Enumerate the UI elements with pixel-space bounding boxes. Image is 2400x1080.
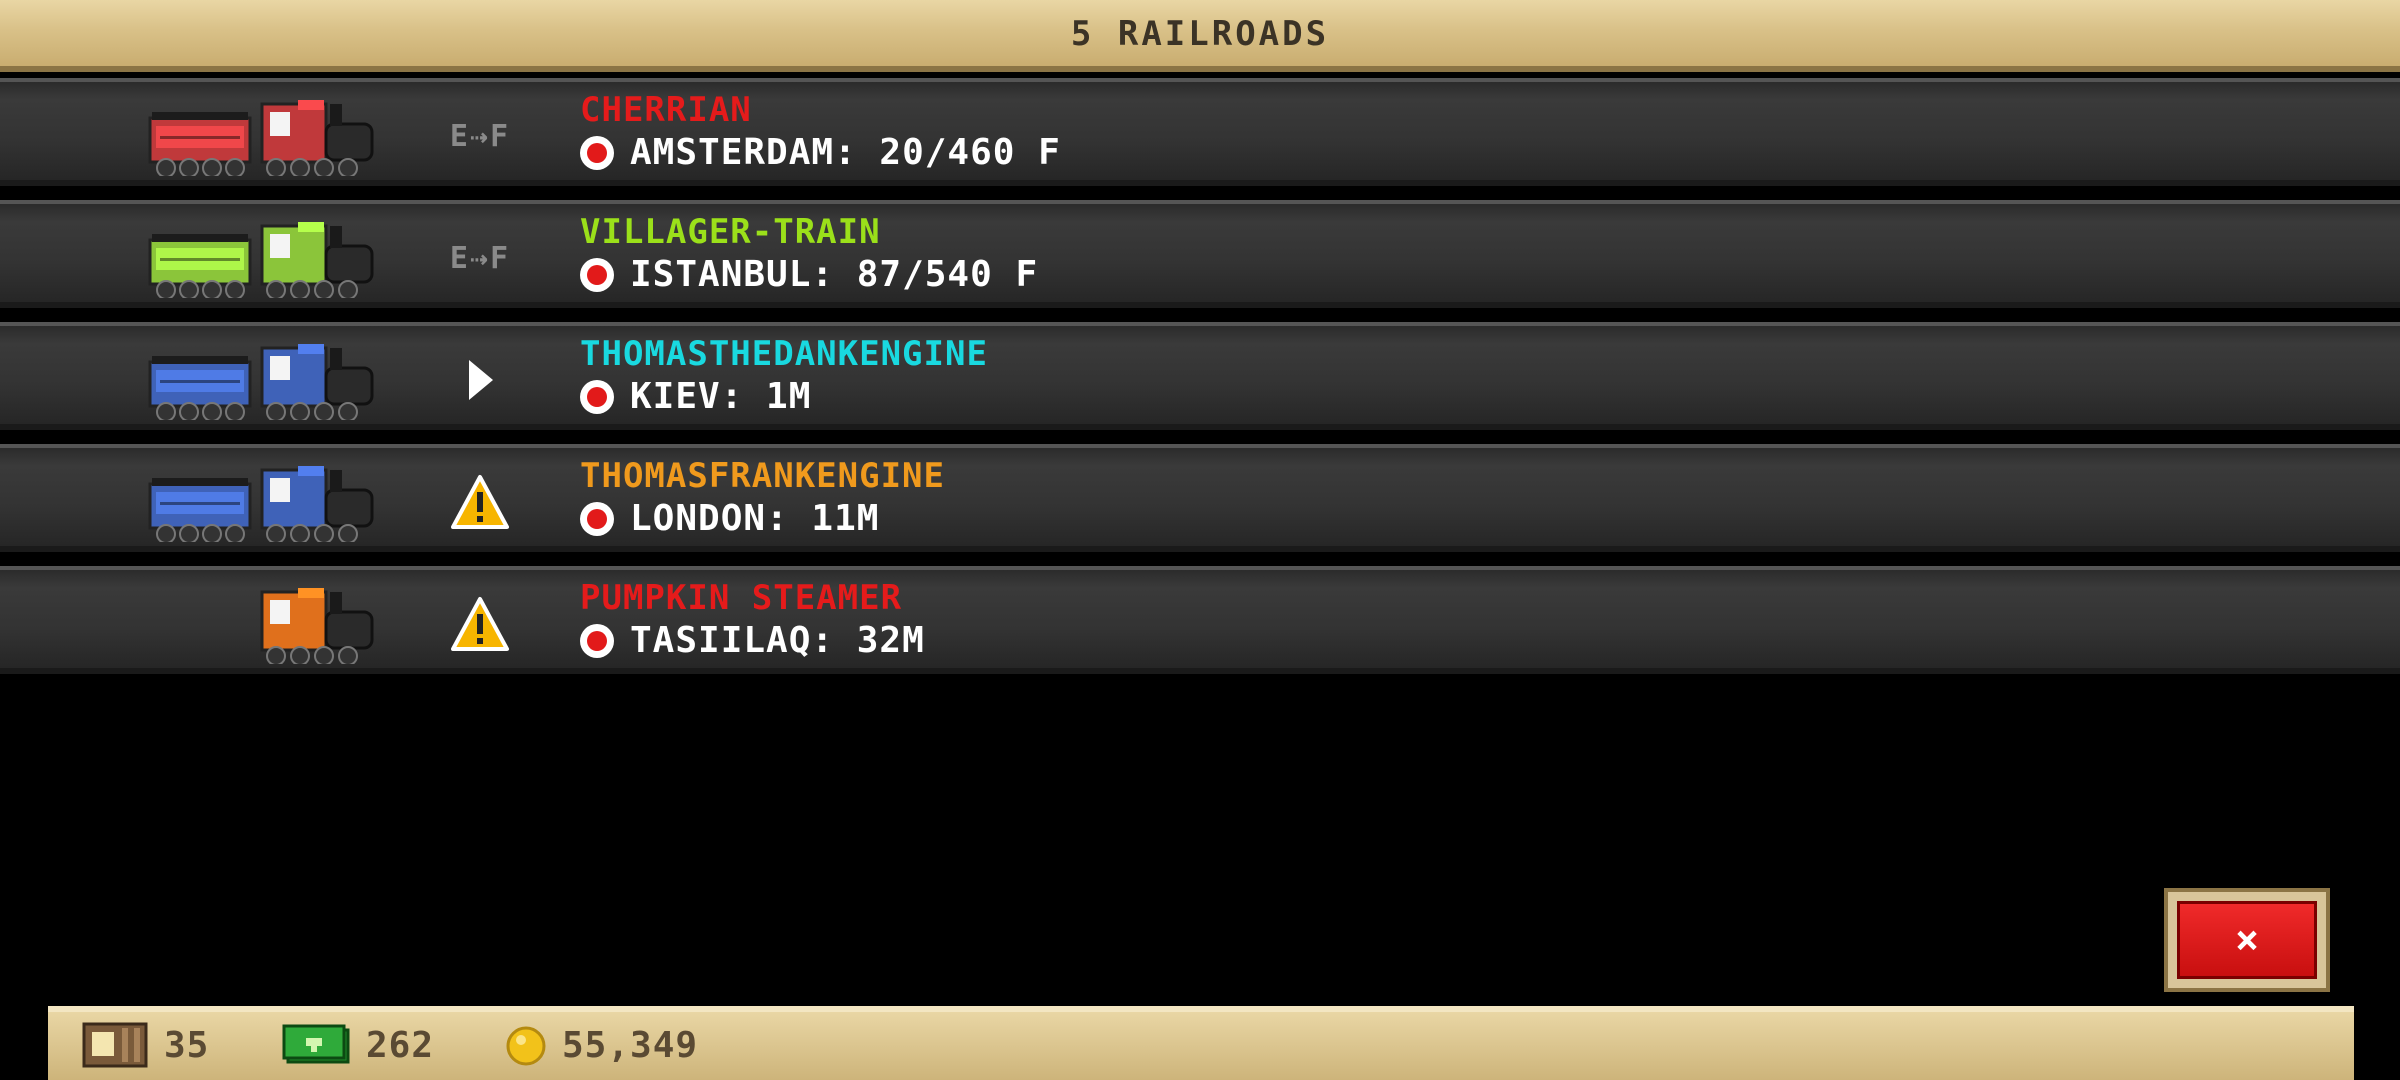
train-status xyxy=(440,352,520,408)
train-name: CHERRIAN xyxy=(580,90,752,130)
train-destination: LONDON: 11M xyxy=(580,498,879,539)
cargo-status-ef-icon: E⇢F xyxy=(449,240,511,276)
train-sprite-icon xyxy=(148,222,374,298)
train-destination: ISTANBUL: 87/540 F xyxy=(580,254,1038,295)
cargo-status-ef-icon: E⇢F xyxy=(449,118,511,154)
train-row[interactable]: PUMPKIN STEAMER TASIILAQ: 32M xyxy=(0,566,2400,674)
cash-icon xyxy=(282,1024,350,1064)
train-sprite-icon xyxy=(148,344,374,420)
destination-marker-icon xyxy=(580,135,614,170)
train-status: E⇢F xyxy=(440,230,520,286)
train-destination: KIEV: 1M xyxy=(580,376,811,417)
train-sprite-icon xyxy=(148,100,374,176)
cash-value: 262 xyxy=(366,1024,435,1066)
warning-icon xyxy=(451,597,509,651)
train-name: VILLAGER-TRAIN xyxy=(580,212,881,252)
train-row[interactable]: THOMASFRANKENGINE LONDON: 11M xyxy=(0,444,2400,552)
destination-marker-icon xyxy=(580,623,614,658)
coins-value: 55,349 xyxy=(562,1024,699,1066)
warning-icon xyxy=(451,475,509,529)
close-button[interactable]: × xyxy=(2164,888,2330,992)
destination-marker-icon xyxy=(580,257,614,292)
railroad-list: E⇢F CHERRIAN AMSTERDAM: 20/460 F E⇢F VILLAGE… xyxy=(0,78,2400,688)
train-row[interactable]: E⇢F CHERRIAN AMSTERDAM: 20/460 F xyxy=(0,78,2400,186)
destination-label: LONDON: 11M xyxy=(630,498,880,539)
train-status xyxy=(440,596,520,652)
coins-counter: 55,349 xyxy=(504,1022,698,1068)
crate-icon xyxy=(82,1022,148,1068)
destination-marker-icon xyxy=(580,501,614,536)
moving-arrow-icon xyxy=(469,360,493,400)
train-status xyxy=(440,474,520,530)
train-name: THOMASTHEDANKENGINE xyxy=(580,334,988,374)
cash-counter: 262 xyxy=(282,1022,434,1068)
resource-bar: 35 262 55,349 xyxy=(48,1006,2354,1080)
coin-icon xyxy=(506,1026,546,1066)
train-destination: AMSTERDAM: 20/460 F xyxy=(580,132,1061,173)
train-sprite-icon xyxy=(260,588,374,664)
train-row[interactable]: E⇢F VILLAGER-TRAIN ISTANBUL: 87/540 F xyxy=(0,200,2400,308)
destination-label: ISTANBUL: 87/540 F xyxy=(630,254,1039,295)
train-destination: TASIILAQ: 32M xyxy=(580,620,925,661)
train-name: THOMASFRANKENGINE xyxy=(580,456,945,496)
destination-label: KIEV: 1M xyxy=(630,376,812,417)
destination-label: AMSTERDAM: 20/460 F xyxy=(630,132,1061,173)
train-status: E⇢F xyxy=(440,108,520,164)
crates-value: 35 xyxy=(164,1024,210,1066)
train-row[interactable]: THOMASTHEDANKENGINE KIEV: 1M xyxy=(0,322,2400,430)
train-name: PUMPKIN STEAMER xyxy=(580,578,903,618)
destination-marker-icon xyxy=(580,379,614,414)
crates-counter: 35 xyxy=(80,1022,209,1068)
destination-label: TASIILAQ: 32M xyxy=(630,620,925,661)
train-sprite-icon xyxy=(148,466,374,542)
title-bar: 5 RAILROADS xyxy=(0,0,2400,72)
page-title: 5 RAILROADS xyxy=(1070,14,1330,54)
close-icon[interactable]: × xyxy=(2177,901,2317,979)
